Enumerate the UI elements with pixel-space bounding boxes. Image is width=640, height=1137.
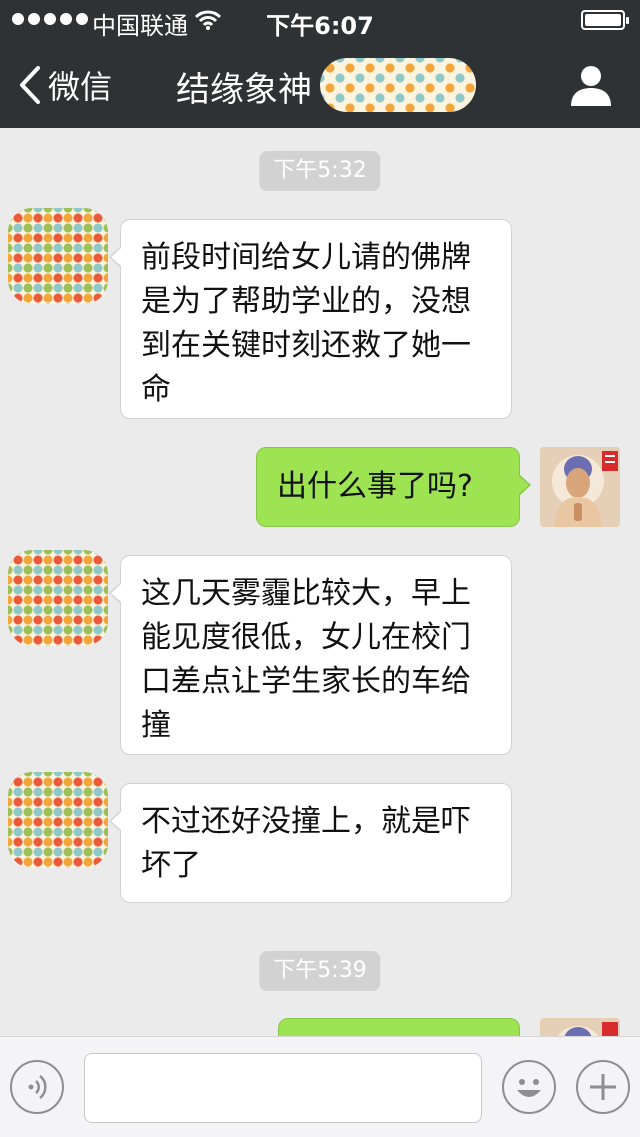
message-input[interactable] xyxy=(84,1053,482,1123)
buddha-avatar-image xyxy=(540,447,620,527)
incoming-message[interactable]: 不过还好没撞上，就是吓坏了 xyxy=(109,783,512,903)
user-avatar[interactable] xyxy=(540,1018,620,1036)
chevron-left-icon xyxy=(20,66,40,104)
outgoing-message-partial[interactable] xyxy=(278,1018,520,1036)
contact-avatar[interactable] xyxy=(8,550,108,646)
timestamp: 下午5:32 xyxy=(259,151,381,191)
incoming-message[interactable]: 这几天雾霾比较大，早上能见度很低，女儿在校门口差点让学生家长的车给撞 xyxy=(109,555,512,755)
contact-avatar[interactable] xyxy=(8,772,108,868)
incoming-message[interactable]: 前段时间给女儿请的佛牌是为了帮助学业的，没想到在关键时刻还救了她一命 xyxy=(109,219,512,419)
back-label: 微信 xyxy=(48,68,113,106)
emoji-button[interactable] xyxy=(502,1060,556,1114)
more-button[interactable] xyxy=(576,1060,630,1114)
timestamp: 下午5:39 xyxy=(259,951,381,991)
navigation-bar: 微信 结缘象神 xyxy=(0,40,640,128)
voice-icon xyxy=(28,1075,47,1099)
redaction-sticker xyxy=(320,58,476,112)
plus-icon xyxy=(590,1074,616,1100)
input-bar xyxy=(0,1036,640,1137)
smiley-icon xyxy=(517,1079,541,1097)
user-avatar[interactable] xyxy=(540,447,620,527)
battery-icon xyxy=(581,10,629,30)
chat-title: 结缘象神 xyxy=(176,70,312,110)
contact-avatar[interactable] xyxy=(8,208,108,304)
outgoing-message[interactable]: 出什么事了吗? xyxy=(256,447,531,527)
status-bar: 中国联通 下午6:07 xyxy=(0,0,640,40)
voice-button[interactable] xyxy=(10,1060,64,1114)
top-bar: 中国联通 下午6:07 微信 结缘象神 xyxy=(0,0,640,128)
status-time: 下午6:07 xyxy=(266,12,374,40)
buddha-avatar-image xyxy=(540,1018,620,1036)
back-button[interactable]: 微信 xyxy=(18,62,112,108)
person-icon[interactable] xyxy=(568,62,614,108)
chat-area[interactable]: 下午5:32 前段时间给女儿请的佛牌是为了帮助学业的，没想到在关键时刻还救了她一… xyxy=(0,128,640,1036)
